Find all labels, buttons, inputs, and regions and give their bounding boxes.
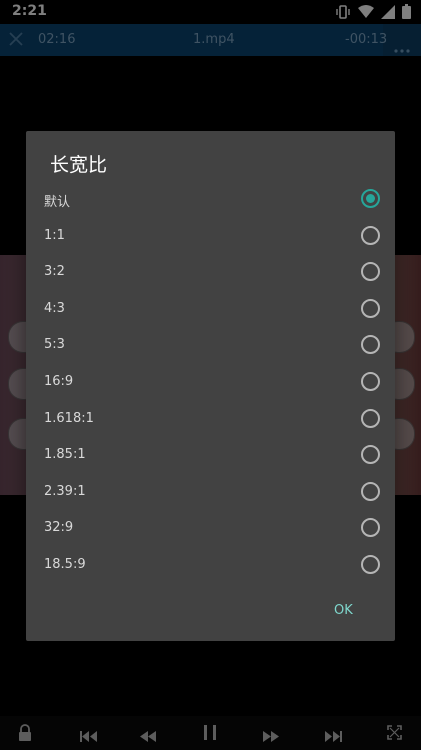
aspect-option[interactable]: 18.5:9	[26, 547, 395, 584]
aspect-option[interactable]: 1.618:1	[26, 401, 395, 438]
aspect-option-label: 3:2	[44, 264, 65, 280]
radio-button[interactable]	[361, 189, 380, 208]
aspect-option[interactable]: 1.85:1	[26, 437, 395, 474]
aspect-option-label: 16:9	[44, 373, 74, 389]
aspect-option-label: 4:3	[44, 300, 65, 316]
aspect-option[interactable]: 16:9	[26, 364, 395, 401]
aspect-option[interactable]: 1:1	[26, 218, 395, 255]
aspect-option[interactable]: 4:3	[26, 291, 395, 328]
aspect-option-label: 5:3	[44, 337, 65, 353]
radio-button[interactable]	[361, 335, 380, 355]
radio-button[interactable]	[361, 225, 380, 245]
radio-button[interactable]	[361, 481, 380, 501]
radio-button[interactable]	[361, 371, 380, 391]
aspect-ratio-dialog: 长宽比 默认 1:1 3:2 4:3 5:3 16:9 1.618:1 1.85…	[26, 131, 395, 641]
aspect-option-label: 默认	[44, 195, 71, 210]
aspect-option-label: 1.85:1	[44, 447, 86, 463]
aspect-option-label: 1.618:1	[44, 410, 94, 426]
aspect-option-label: 1:1	[44, 227, 65, 243]
aspect-option-label: 32:9	[44, 520, 74, 536]
ok-button[interactable]: OK	[334, 603, 353, 618]
screen: 2:21 02:16 1.mp4 -00:13	[0, 0, 421, 750]
radio-button[interactable]	[361, 262, 380, 282]
radio-button[interactable]	[361, 518, 380, 538]
radio-button[interactable]	[361, 554, 380, 574]
aspect-option[interactable]: 默认	[26, 181, 395, 218]
aspect-option[interactable]: 3:2	[26, 254, 395, 291]
aspect-option-label: 2.39:1	[44, 483, 86, 499]
aspect-option[interactable]: 5:3	[26, 327, 395, 364]
aspect-ratio-options: 默认 1:1 3:2 4:3 5:3 16:9 1.618:1 1.85:1 2…	[26, 181, 395, 584]
radio-button[interactable]	[361, 445, 380, 465]
dialog-title: 长宽比	[50, 154, 108, 176]
radio-button[interactable]	[361, 298, 380, 318]
aspect-option[interactable]: 32:9	[26, 510, 395, 547]
radio-button[interactable]	[361, 408, 380, 428]
aspect-option[interactable]: 2.39:1	[26, 474, 395, 511]
aspect-option-label: 18.5:9	[44, 556, 86, 572]
